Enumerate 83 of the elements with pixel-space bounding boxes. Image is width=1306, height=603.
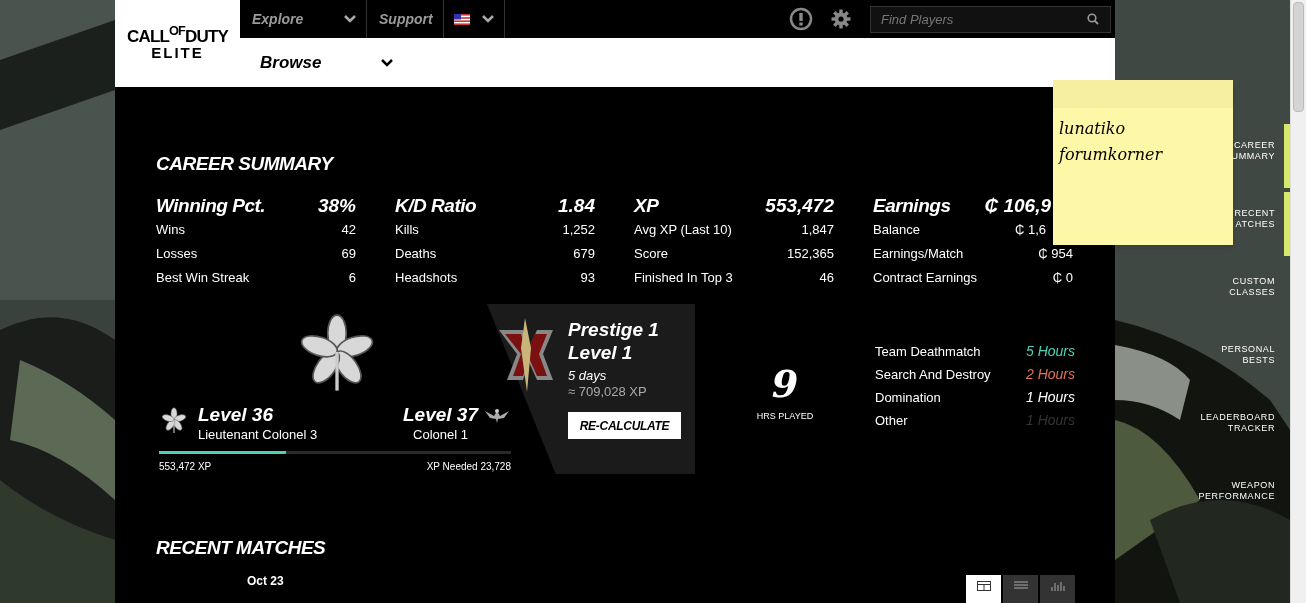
prestige-level: Level 1 — [568, 342, 634, 364]
settings-icon[interactable] — [831, 9, 851, 29]
search-icon[interactable] — [1087, 12, 1099, 25]
scrollbar-thumb[interactable] — [1293, 2, 1304, 112]
stat-label: Deaths — [395, 245, 437, 264]
current-rank: Lieutenant Colonel 3 — [198, 426, 318, 444]
note-text: lunatiko — [1059, 118, 1127, 140]
eagle-insignia-icon — [484, 408, 510, 424]
prestige-time: 5 days — [568, 368, 608, 384]
stat-value: 553,472 — [765, 194, 834, 218]
chevron-icon[interactable] — [344, 15, 356, 23]
stat-value: 6 — [348, 269, 356, 288]
logo[interactable]: CALL$^{OF}$DUTY ELITE — [115, 0, 240, 87]
chevron-icon[interactable] — [481, 15, 494, 23]
hours-played-label: HRS PLAYED — [756, 410, 814, 423]
game-mode-hours: 5 Hours — [1025, 342, 1075, 361]
side-nav-link[interactable]: WEAPON PERFORMANCE — [1198, 480, 1275, 502]
chart-view-button[interactable] — [1040, 575, 1075, 603]
stat-value: ₵ 1,6 — [1014, 221, 1046, 240]
stat-value: 1,847 — [801, 221, 834, 240]
prestige-xp: ≈ 709,028 XP — [568, 384, 648, 400]
stat-value: 1,252 — [562, 221, 595, 240]
chart-view-icon[interactable] — [1050, 581, 1065, 591]
stat-label: Balance — [873, 221, 920, 240]
side-nav-link[interactable]: RECENT ATCHES — [1234, 208, 1275, 230]
side-nav-link[interactable]: PERSONAL BESTS — [1221, 344, 1275, 366]
prestige-title: Prestige 1 — [568, 318, 660, 342]
side-nav-link[interactable]: LEADERBOARD TRACKER — [1200, 412, 1275, 434]
game-mode-name: Domination — [875, 388, 941, 407]
cards-view-button[interactable] — [966, 575, 1001, 603]
stat-title: Winning Pct. — [156, 194, 266, 218]
xp-total: 553,472 XP — [159, 460, 212, 474]
stat-value: 679 — [573, 245, 595, 264]
stat-value: 38% — [317, 194, 356, 218]
stat-label: Headshots — [395, 269, 458, 288]
stat-value: 42 — [341, 221, 356, 240]
next-level: Level 37 — [403, 404, 478, 426]
stat-value: ₵ 106,9 — [984, 194, 1051, 218]
stat-value: ₵ 954 — [1038, 245, 1073, 264]
stat-title: K/D Ratio — [395, 194, 477, 218]
section-heading: RECENT MATCHES — [156, 536, 327, 560]
current-level: Level 36 — [198, 404, 274, 426]
stat-label: Score — [634, 245, 668, 264]
chevron-icon[interactable] — [381, 58, 394, 67]
note-text: forumkorner — [1059, 144, 1164, 166]
game-mode-hours: 2 Hours — [1025, 365, 1075, 384]
stat-label: Avg XP (Last 10) — [634, 221, 732, 240]
stat-label: Earnings/Match — [873, 245, 964, 264]
cards-view-icon[interactable] — [976, 581, 991, 591]
stat-label: Wins — [156, 221, 185, 240]
stat-value: 152,365 — [787, 245, 834, 264]
list-view-icon[interactable] — [1013, 581, 1028, 591]
stat-value: 93 — [580, 269, 595, 288]
stat-title: XP — [634, 194, 659, 218]
stat-label: Contract Earnings — [873, 269, 978, 288]
hours-played-value: 9 — [771, 364, 799, 404]
browse-menu[interactable]: Browse — [260, 49, 322, 76]
side-nav-link[interactable]: CUSTOM CLASSES — [1229, 276, 1275, 298]
search-field[interactable]: Find Players — [870, 5, 1111, 33]
xp-needed: XP Needed 23,728 — [426, 460, 511, 474]
rank-insignia-icon — [160, 406, 188, 434]
scrollbar[interactable] — [1290, 0, 1306, 603]
stat-label: Losses — [156, 245, 198, 264]
nav-link[interactable]: Support — [379, 8, 433, 30]
match-date: Oct 23 — [247, 573, 284, 590]
alert-icon[interactable] — [789, 7, 813, 31]
stat-value: 1.84 — [558, 194, 595, 218]
stat-value: 46 — [819, 269, 834, 288]
stat-label: Best Win Streak — [156, 269, 250, 288]
nav-link[interactable]: Explore — [252, 8, 304, 30]
game-mode-hours: 1 Hours — [1025, 388, 1075, 407]
stat-title: Earnings — [873, 194, 951, 218]
game-mode-name: Other — [875, 411, 908, 430]
game-mode-name: Search And Destroy — [875, 365, 991, 384]
flag-icon[interactable] — [453, 13, 470, 25]
stat-value: 69 — [341, 245, 356, 264]
game-mode-name: Team Deathmatch — [875, 342, 981, 361]
recalculate-button[interactable]: RE-CALCULATE — [568, 412, 681, 439]
stat-label: Finished In Top 3 — [634, 269, 733, 288]
stat-value: ₵ 0 — [1052, 269, 1073, 288]
sticky-note[interactable]: lunatiko forumkorner — [1053, 80, 1233, 245]
next-rank: Colonel 1 — [413, 426, 468, 444]
stat-label: Kills — [395, 221, 419, 240]
